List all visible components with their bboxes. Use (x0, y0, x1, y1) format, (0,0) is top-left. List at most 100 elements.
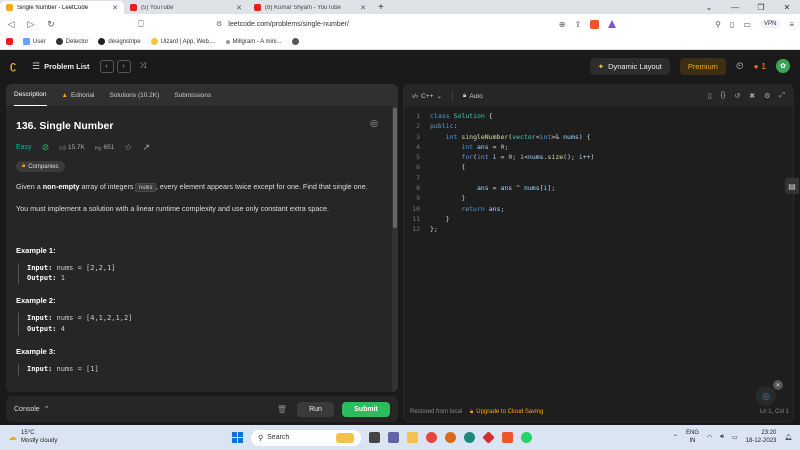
tab-submissions[interactable]: Submissions (174, 84, 211, 106)
windows-start-icon[interactable] (232, 432, 243, 443)
dynamic-layout-button[interactable]: ✦ Dynamic Layout (589, 57, 670, 75)
menu-icon[interactable]: ≡ (789, 20, 794, 29)
chrome-icon[interactable] (426, 432, 437, 443)
clock[interactable]: 23:20 18-12-2023 (746, 430, 777, 446)
bookmark-user[interactable]: User (23, 38, 46, 45)
leetcode-logo-icon[interactable]: ʗ (10, 60, 22, 72)
chat-assistant-button[interactable]: ◎ (756, 386, 776, 406)
code-text: for(int i = 0; i<nums.size(); i++) (461, 153, 595, 162)
volume-icon[interactable]: 🔊︎ (720, 434, 724, 441)
fullscreen-icon[interactable]: ⤢ (779, 92, 785, 100)
share-icon[interactable]: ↗ (142, 142, 150, 153)
problem-constraint-text: You must implement a solution with a lin… (16, 203, 329, 213)
problem-list-link[interactable]: Problem List (44, 62, 89, 71)
uizard-icon (150, 38, 158, 45)
bookmark-designstripe[interactable]: designstripe (98, 38, 141, 45)
line-number: 5 (416, 153, 420, 162)
browser-tab-youtube[interactable]: (5) YouTube ✕ (124, 1, 248, 14)
run-button[interactable]: Run (297, 401, 334, 417)
difficulty-badge: Easy (16, 144, 32, 151)
tab-search-icon[interactable]: ⌄ (696, 3, 722, 12)
timer-icon[interactable]: ⏲ (736, 61, 744, 72)
share-icon[interactable]: ⇪ (574, 20, 581, 29)
bookmark-uizard[interactable]: Uizard | App, Web,... (150, 38, 216, 45)
weather-widget[interactable]: ☁ 15°C Mostly cloudy (8, 430, 57, 444)
code-text: public: (430, 122, 458, 131)
site-settings-icon[interactable]: ⚙ (216, 20, 222, 28)
premium-button[interactable]: Premium (679, 57, 726, 75)
chevron-up-icon: ⌃ (43, 406, 50, 413)
prev-problem-button[interactable]: ‹ (99, 59, 114, 73)
extensions-icon[interactable]: ⚲ (715, 20, 721, 29)
tab-solutions[interactable]: Solutions (10.2K) (109, 84, 159, 106)
bookmark-icon[interactable]: ▯ (708, 92, 712, 100)
forward-icon[interactable]: ▷ (26, 19, 36, 30)
sidebar-icon[interactable]: ▯ (730, 20, 734, 29)
braces-icon[interactable]: {} (721, 92, 726, 100)
streak-counter[interactable]: ● 1 (754, 62, 766, 71)
close-tab-icon[interactable]: ✕ (360, 4, 366, 12)
notes-icon[interactable]: ▤ (785, 178, 799, 194)
star-icon[interactable]: ☆ (124, 142, 132, 153)
scrollbar-thumb[interactable] (393, 108, 397, 228)
brave-icon[interactable] (502, 432, 513, 443)
upgrade-cloud-link[interactable]: 🔒︎ Upgrade to Cloud Saving (470, 409, 543, 416)
wifi-icon[interactable]: ◠ (707, 434, 712, 441)
bookmark-millgram[interactable]: Millgram - A mini... (225, 39, 282, 45)
reset-icon[interactable]: ↺ (734, 92, 740, 100)
trash-icon[interactable]: 🗑︎ (277, 405, 287, 414)
whatsapp-icon[interactable] (521, 432, 532, 443)
restore-status: Restored from local (410, 409, 463, 415)
url-field[interactable]: ⚙ leetcode.com/problems/single-number/ (216, 17, 549, 31)
task-view-icon[interactable] (369, 432, 380, 443)
edge-icon[interactable] (445, 432, 456, 443)
maximize-icon[interactable]: ❐ (748, 3, 774, 12)
auto-mode-toggle[interactable]: 🔒︎ Auto (463, 92, 483, 100)
brave-rewards-icon[interactable] (608, 20, 617, 28)
avatar[interactable]: ✿ (776, 59, 790, 73)
next-problem-button[interactable]: › (116, 59, 131, 73)
language-indicator[interactable]: ENG IN (686, 430, 699, 444)
bookmark-icon[interactable]: ⎕ (136, 19, 146, 30)
tab-editorial[interactable]: ▲ Editorial (62, 84, 95, 106)
minimize-icon[interactable]: — (722, 3, 748, 12)
brave-shield-icon[interactable] (590, 19, 600, 29)
companies-tag[interactable]: 🔒︎ Companies (16, 161, 65, 172)
bookmark-detector[interactable]: Detector (55, 38, 88, 45)
battery-icon[interactable]: ▭ (732, 434, 738, 441)
wallet-icon[interactable]: ▭ (743, 20, 751, 29)
tab-description[interactable]: Description (14, 84, 47, 106)
submit-button[interactable]: Submit (342, 401, 390, 417)
console-toggle[interactable]: Console ⌃ (14, 405, 50, 414)
browser-tab-youtube-channel[interactable]: (8) Kumar Shyam - YouTube ✕ (248, 1, 372, 14)
shuffle-icon[interactable]: ⤨ (140, 61, 146, 71)
language-select[interactable]: ‹/› C++ ⌄ (412, 92, 442, 101)
chevron-up-icon[interactable]: ⌃ (673, 434, 678, 441)
reload-icon[interactable]: ↻ (46, 19, 56, 30)
zoom-icon[interactable]: ⊕ (559, 20, 566, 29)
store-icon[interactable] (464, 432, 475, 443)
close-tab-icon[interactable]: ✕ (112, 4, 118, 12)
close-icon[interactable]: ✕ (773, 380, 783, 390)
bookmark-youtube[interactable] (6, 38, 13, 45)
editor-footer: Restored from local 🔒︎ Upgrade to Cloud … (404, 403, 793, 421)
like-button[interactable]: 👍︎ 15.7K (59, 144, 85, 152)
teams-icon[interactable] (388, 432, 399, 443)
thumbs-down-icon: 👎︎ (94, 144, 102, 152)
new-tab-button[interactable]: + (372, 1, 390, 14)
close-tab-icon[interactable]: ✕ (236, 4, 242, 12)
bookmark-globe[interactable] (291, 38, 299, 45)
vpn-button[interactable]: VPN (759, 20, 781, 28)
notifications-icon[interactable]: 🔔︎ (784, 434, 792, 441)
info-icon[interactable]: ◎ (370, 118, 378, 129)
dislike-button[interactable]: 👎︎ 651 (95, 144, 114, 152)
app-icon[interactable] (482, 431, 495, 444)
back-icon[interactable]: ◁ (6, 19, 16, 30)
shortcuts-icon[interactable]: ✖ (749, 92, 755, 100)
code-editor[interactable]: 1 class Solution { 2 public: 3 int singleN… (404, 111, 793, 401)
taskbar-search[interactable]: ⚲ Search (251, 429, 361, 446)
settings-icon[interactable]: ⚙ (764, 92, 770, 100)
close-window-icon[interactable]: ✕ (774, 3, 800, 12)
file-explorer-icon[interactable] (407, 432, 418, 443)
browser-tab-leetcode[interactable]: Single Number - LeetCode ✕ (0, 1, 124, 14)
